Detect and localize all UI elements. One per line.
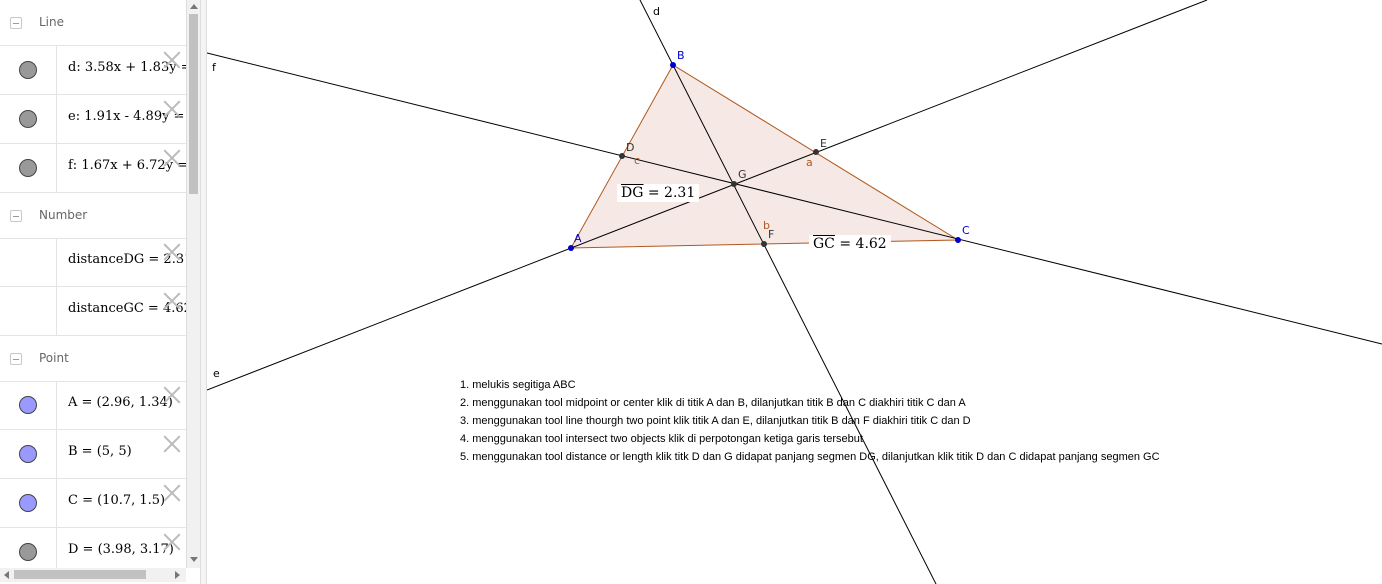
delete-icon[interactable]	[162, 50, 182, 70]
scroll-left-icon[interactable]	[4, 571, 9, 579]
visibility-toggle-b[interactable]	[0, 430, 57, 478]
graphics-view[interactable]: A B C D E F G a b c d e f DG = 2.31 GC =…	[207, 0, 1382, 584]
algebra-view: Line d: 3.58x + 1.83y = e: 1.91x - 4.89y…	[0, 0, 186, 568]
line-marker-icon[interactable]	[19, 159, 37, 177]
visibility-toggle-d-point[interactable]	[0, 528, 57, 568]
visibility-toggle-f[interactable]	[0, 144, 57, 192]
visibility-toggle-a[interactable]	[0, 381, 57, 429]
delete-icon[interactable]	[162, 483, 182, 503]
delete-icon[interactable]	[162, 532, 182, 552]
algebra-row-line-e[interactable]: e: 1.91x - 4.89y = -	[0, 95, 186, 144]
delete-icon[interactable]	[162, 148, 182, 168]
label-line-f: f	[212, 61, 217, 74]
delete-icon[interactable]	[162, 385, 182, 405]
scrollbar-thumb[interactable]	[14, 570, 146, 579]
group-label-number: Number	[39, 208, 88, 222]
caption-dg-name: DG	[621, 185, 644, 201]
label-segment-a: a	[806, 156, 813, 169]
line-e[interactable]	[207, 0, 1208, 391]
step-2: 2. menggunakan tool midpoint or center k…	[460, 397, 966, 409]
group-label-line: Line	[39, 15, 65, 29]
scrollbar-thumb[interactable]	[189, 14, 198, 194]
algebra-row-line-d[interactable]: d: 3.58x + 1.83y =	[0, 46, 186, 95]
group-header-point[interactable]: Point	[0, 336, 186, 382]
delete-icon[interactable]	[162, 434, 182, 454]
label-line-d: d	[653, 5, 660, 18]
visibility-toggle-distancegc[interactable]	[0, 287, 57, 335]
delete-icon[interactable]	[162, 291, 182, 311]
collapse-line-icon[interactable]	[10, 17, 22, 29]
algebra-row-distance-gc[interactable]: distanceGC = 4.62	[0, 287, 186, 336]
point-e[interactable]	[813, 149, 819, 155]
caption-distance-dg[interactable]: DG = 2.31	[617, 184, 700, 202]
point-marker-icon[interactable]	[19, 445, 37, 463]
visibility-toggle-distancedg[interactable]	[0, 238, 57, 286]
label-line-e: e	[213, 367, 220, 380]
caption-gc-value: = 4.62	[834, 236, 887, 252]
visibility-toggle-d[interactable]	[0, 46, 57, 94]
algebra-row-point-a[interactable]: A = (2.96, 1.34)	[0, 381, 186, 430]
caption-dg-value: = 2.31	[643, 185, 696, 201]
collapse-point-icon[interactable]	[10, 353, 22, 365]
label-a: A	[574, 232, 582, 245]
algebra-row-distance-dg[interactable]: distanceDG = 2.31	[0, 238, 186, 287]
view-divider[interactable]	[200, 0, 207, 584]
instruction-text[interactable]: 1. melukis segitiga ABC 2. menggunakan t…	[460, 376, 1160, 466]
delete-icon[interactable]	[162, 242, 182, 262]
algebra-row-point-c[interactable]: C = (10.7, 1.5)	[0, 479, 186, 528]
label-b: B	[677, 49, 685, 62]
label-d: D	[626, 141, 634, 154]
caption-distance-gc[interactable]: GC = 4.62	[809, 235, 891, 253]
step-3: 3. menggunakan tool line thourgh two poi…	[460, 415, 971, 427]
point-b[interactable]	[670, 62, 676, 68]
label-segment-c: c	[634, 154, 640, 167]
step-1: 1. melukis segitiga ABC	[460, 379, 576, 391]
scroll-right-icon[interactable]	[175, 571, 180, 579]
step-4: 4. menggunakan tool intersect two object…	[460, 433, 863, 445]
point-marker-icon[interactable]	[19, 543, 37, 561]
label-g: G	[738, 168, 747, 181]
label-segment-b: b	[763, 219, 770, 232]
visibility-toggle-e[interactable]	[0, 95, 57, 143]
visibility-toggle-c[interactable]	[0, 479, 57, 527]
group-label-point: Point	[39, 351, 69, 365]
algebra-row-point-b[interactable]: B = (5, 5)	[0, 430, 186, 479]
point-marker-icon[interactable]	[19, 396, 37, 414]
point-d[interactable]	[619, 153, 625, 159]
group-header-line[interactable]: Line	[0, 0, 186, 46]
collapse-number-icon[interactable]	[10, 210, 22, 222]
label-e: E	[820, 137, 827, 150]
step-5: 5. menggunakan tool distance or length k…	[460, 451, 1160, 463]
algebra-vertical-scrollbar[interactable]	[186, 0, 200, 568]
label-c: C	[962, 224, 970, 237]
line-marker-icon[interactable]	[19, 61, 37, 79]
algebra-row-line-f[interactable]: f: 1.67x + 6.72y = 1	[0, 144, 186, 193]
scroll-down-icon[interactable]	[190, 557, 198, 562]
line-f[interactable]	[207, 52, 1382, 345]
point-c[interactable]	[955, 237, 961, 243]
group-header-number[interactable]: Number	[0, 193, 186, 239]
graphics-canvas[interactable]: A B C D E F G a b c d e f	[207, 0, 1382, 584]
scroll-up-icon[interactable]	[190, 4, 198, 9]
caption-gc-name: GC	[813, 236, 835, 252]
point-f[interactable]	[761, 241, 767, 247]
algebra-horizontal-scrollbar[interactable]	[0, 568, 186, 582]
algebra-row-point-d[interactable]: D = (3.98, 3.17)	[0, 528, 186, 568]
point-a[interactable]	[568, 245, 574, 251]
line-marker-icon[interactable]	[19, 110, 37, 128]
delete-icon[interactable]	[162, 99, 182, 119]
point-g[interactable]	[731, 181, 737, 187]
point-marker-icon[interactable]	[19, 494, 37, 512]
